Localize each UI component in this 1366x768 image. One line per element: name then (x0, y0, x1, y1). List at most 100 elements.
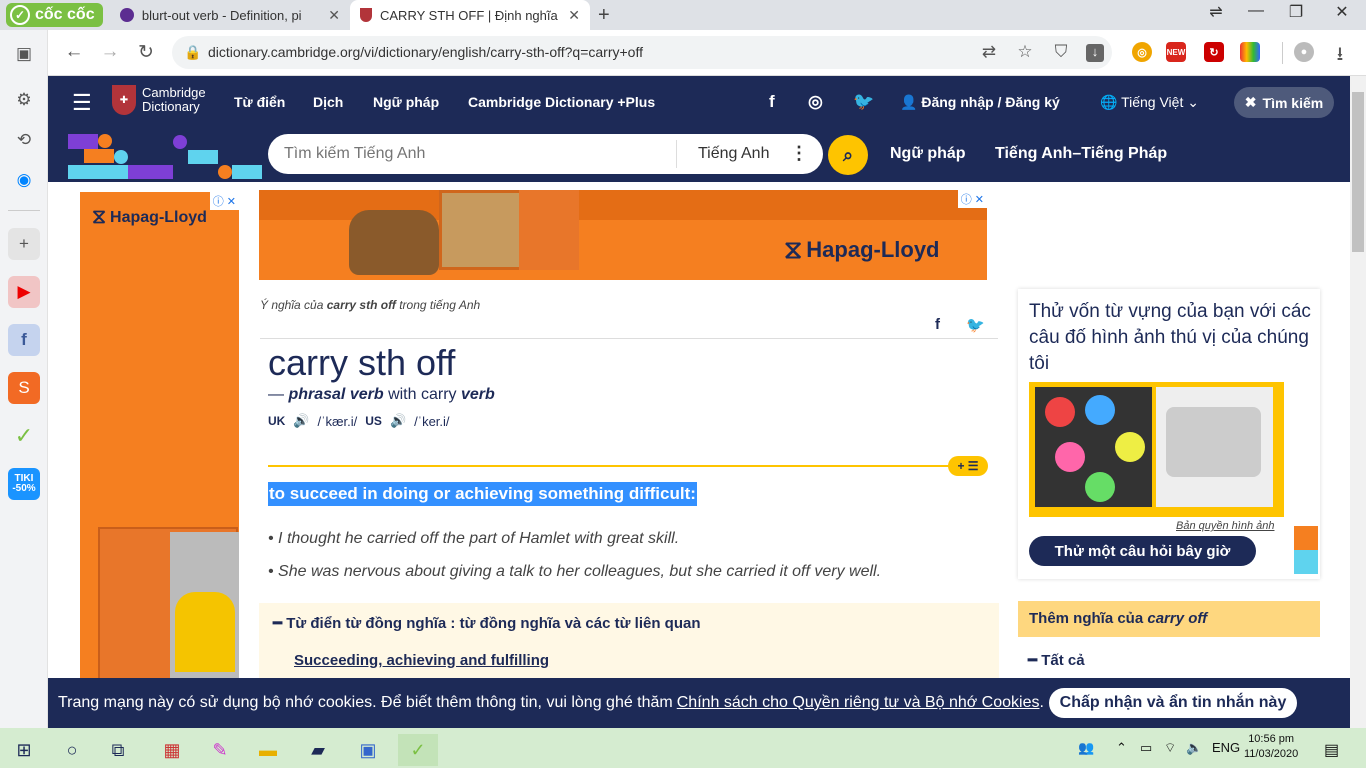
tab-menu-icon[interactable]: ⇌ (1196, 2, 1236, 22)
tab-carry-sth-off[interactable]: CARRY STH OFF | Định nghĩa ✕ (350, 0, 590, 30)
instagram-icon[interactable]: ◎ (808, 92, 823, 112)
red-ext-icon[interactable]: ↻ (1204, 42, 1224, 62)
close-window-icon[interactable]: ✕ (1322, 2, 1362, 22)
quiz-start-button[interactable]: Thử một câu hỏi bây giờ (1029, 536, 1256, 566)
cambridge-logo[interactable]: ✚ Cambridge Dictionary (112, 85, 212, 115)
volume-icon[interactable]: 🔈 (1186, 740, 1202, 756)
address-row: ← → ↻ 🔒 dictionary.cambridge.org/vi/dict… (48, 30, 1366, 76)
nav-plus[interactable]: Cambridge Dictionary +Plus (468, 94, 655, 110)
youtube-icon[interactable]: ▶ (8, 276, 40, 308)
band-link-english-french[interactable]: Tiếng Anh–Tiếng Pháp (995, 145, 1167, 163)
scrollbar[interactable] (1350, 76, 1366, 728)
downloads-icon[interactable]: ⭳ (1328, 40, 1352, 72)
search-language-select[interactable]: Tiếng Anh (698, 145, 769, 163)
band-link-grammar[interactable]: Ngữ pháp (890, 145, 966, 163)
app-icon[interactable]: ▦ (152, 734, 192, 766)
accept-cookies-button[interactable]: Chấp nhận và ẩn tin nhắn này (1049, 688, 1297, 718)
coccoc-taskbar-icon[interactable]: ✓ (398, 734, 438, 766)
toolbar-divider (1282, 42, 1283, 64)
notes-app-icon[interactable]: ▰ (298, 734, 338, 766)
pos-phrasal-verb[interactable]: phrasal verb (288, 386, 383, 403)
address-bar[interactable]: 🔒 dictionary.cambridge.org/vi/dictionary… (172, 36, 1112, 69)
shield-icon[interactable]: ⛉ (1050, 42, 1072, 62)
color-ext-icon[interactable] (1240, 42, 1260, 62)
quiz-image[interactable] (1029, 382, 1284, 517)
tray-chevron-icon[interactable]: ⌃ (1116, 740, 1127, 756)
settings-icon[interactable]: ⚙ (8, 84, 40, 116)
bookmark-star-icon[interactable]: ☆ (1014, 42, 1036, 62)
pos-verb[interactable]: verb (461, 386, 495, 403)
nav-translate[interactable]: Dịch (313, 94, 343, 110)
maximize-icon[interactable]: ❐ (1276, 2, 1316, 22)
facebook-icon[interactable]: f (769, 92, 775, 112)
cookie-text: Trang mạng này có sử dụng bộ nhớ cookies… (58, 694, 673, 711)
browser-brand-button[interactable]: ✓ cốc cốc (6, 3, 103, 27)
more-options-icon[interactable]: ⋮ (790, 143, 808, 164)
pos-dash: — (268, 386, 284, 403)
reload-icon[interactable]: ↻ (134, 41, 158, 64)
minimize-icon[interactable]: — (1236, 2, 1276, 20)
ad-close-icon[interactable]: ⓘ ✕ (209, 192, 239, 210)
nav-dictionary[interactable]: Từ điển (234, 94, 285, 110)
close-tab-icon[interactable]: ✕ (328, 7, 340, 24)
left-advertisement[interactable]: ⧖ Hapag-Lloyd ⓘ ✕ (80, 192, 239, 692)
cortana-icon[interactable]: ○ (52, 734, 92, 766)
paint-app-icon[interactable]: ✎ (200, 734, 240, 766)
decor-dot (98, 134, 112, 148)
share-twitter-icon[interactable]: 🐦 (966, 316, 985, 334)
search-toggle-button[interactable]: ✖ Tìm kiếm (1234, 87, 1334, 118)
thesaurus-link[interactable]: Succeeding, achieving and fulfilling (294, 652, 549, 669)
download-video-icon[interactable]: ↓ (1086, 44, 1104, 62)
sidebar-divider (8, 210, 40, 211)
all-toggle[interactable]: ━ Tất cả (1028, 651, 1085, 669)
add-app-icon[interactable]: + (8, 228, 40, 260)
tiki-icon[interactable]: TIKI -50% (8, 468, 40, 500)
coccoc-icon[interactable]: ✓ (8, 420, 40, 452)
scrollbar-thumb[interactable] (1352, 92, 1364, 252)
new-tab-icon[interactable]: + (598, 4, 610, 27)
clock[interactable]: 10:56 pm 11/03/2020 (1244, 732, 1298, 762)
back-icon[interactable]: ← (62, 41, 86, 63)
forward-icon[interactable]: → (98, 41, 122, 63)
search-box: Tiếng Anh ⋮ (268, 134, 823, 174)
profile-avatar[interactable]: ● (1294, 42, 1314, 62)
sidebar-toggle-icon[interactable]: ▣ (8, 38, 40, 70)
people-icon[interactable]: 👥 (1078, 740, 1094, 756)
shopee-icon[interactable]: S (8, 372, 40, 404)
game-app-icon[interactable]: ▣ (348, 734, 388, 766)
facebook-icon[interactable]: f (8, 324, 40, 356)
image-credit-link[interactable]: Bản quyền hình ảnh (1176, 520, 1274, 532)
lock-icon[interactable]: 🔒 (184, 44, 201, 61)
nav-grammar[interactable]: Ngữ pháp (373, 94, 439, 110)
messenger-icon[interactable]: ◉ (8, 164, 40, 196)
thesaurus-toggle[interactable]: ━ Từ điển từ đồng nghĩa : từ đồng nghĩa … (273, 614, 700, 632)
close-tab-icon[interactable]: ✕ (568, 7, 580, 24)
tab-blurt-out[interactable]: blurt-out verb - Definition, pi ✕ (110, 0, 350, 30)
url-text[interactable]: dictionary.cambridge.org/vi/dictionary/e… (208, 44, 643, 60)
search-icon[interactable]: ⌕ (828, 135, 868, 175)
top-advertisement[interactable]: ⧖ Hapag-Lloyd ⓘ ✕ (259, 190, 987, 280)
login-link[interactable]: 👤 Đăng nhập / Đăng ký (900, 94, 1060, 111)
privacy-policy-link[interactable]: Chính sách cho Quyền riêng tư và Bộ nhớ … (677, 694, 1040, 712)
share-facebook-icon[interactable]: f (935, 316, 940, 334)
language-indicator[interactable]: ENG (1212, 740, 1240, 755)
us-audio-icon[interactable]: 🔊 (390, 413, 406, 429)
hamburger-menu-icon[interactable]: ☰ (72, 90, 92, 116)
battery-icon[interactable]: ▭ (1140, 740, 1152, 756)
search-input[interactable] (284, 145, 664, 163)
clock-time: 10:56 pm (1248, 733, 1295, 745)
history-icon[interactable]: ⟲ (8, 124, 40, 156)
file-explorer-icon[interactable]: ▬ (248, 734, 288, 766)
ad-close-icon[interactable]: ⓘ ✕ (957, 190, 987, 208)
translate-icon[interactable]: ⇄ (978, 42, 1000, 62)
notifications-icon[interactable]: ▤ (1324, 740, 1339, 760)
add-to-wordlist-button[interactable]: + ☰ (948, 456, 988, 476)
network-icon[interactable]: ⌔ (1164, 740, 1176, 756)
windows-start-icon[interactable]: ⊞ (4, 734, 44, 766)
news-ext-icon[interactable]: NEW (1166, 42, 1186, 62)
chrome-ext-icon[interactable]: ◎ (1132, 42, 1152, 62)
uk-audio-icon[interactable]: 🔊 (293, 413, 309, 429)
language-select[interactable]: 🌐 Tiếng Việt ⌄ (1100, 94, 1199, 111)
twitter-icon[interactable]: 🐦 (853, 92, 874, 112)
task-view-icon[interactable]: ⧉ (98, 734, 138, 766)
